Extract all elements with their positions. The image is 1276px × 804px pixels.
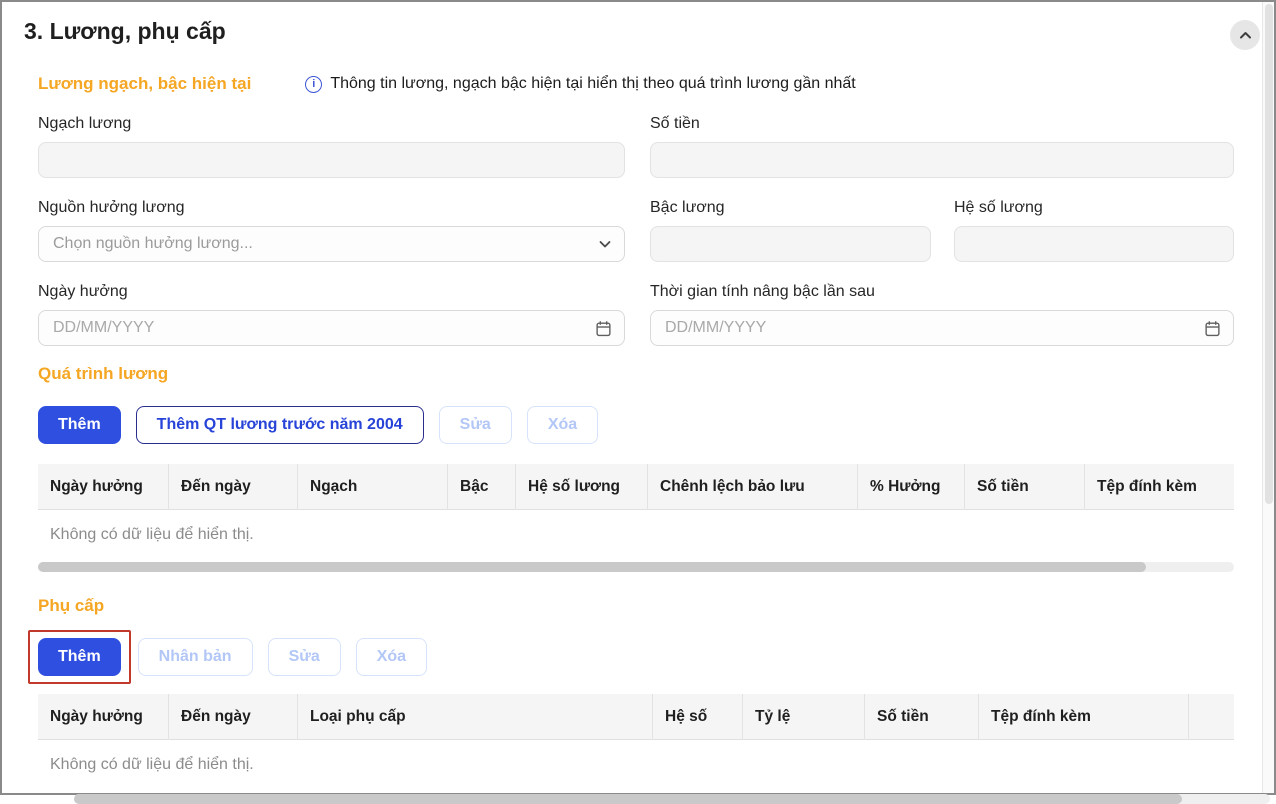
add-pre-2004-salary-button[interactable]: Thêm QT lương trước năm 2004 <box>136 406 424 444</box>
current-salary-info-text: Thông tin lương, ngạch bậc hiện tại hiển… <box>330 75 855 93</box>
edit-salary-history-button: Sửa <box>439 406 512 444</box>
calendar-icon[interactable] <box>595 320 612 337</box>
salary-allowance-panel: Lương ngạch, bậc hiện tại i Thông tin lư… <box>38 74 1234 786</box>
column-header: Hệ số <box>652 694 742 740</box>
ngay-huong-date-input[interactable] <box>38 310 625 346</box>
info-icon: i <box>305 76 322 93</box>
add-salary-history-button[interactable]: Thêm <box>38 406 121 444</box>
chevron-down-icon <box>598 237 612 251</box>
empty-state-text: Không có dữ liệu để hiển thị. <box>38 740 1234 786</box>
highlight-box: Thêm <box>28 630 131 684</box>
thoi-gian-nang-bac-input[interactable] <box>665 319 1204 337</box>
delete-salary-history-button: Xóa <box>527 406 598 444</box>
nguon-huong-luong-label: Nguồn hưởng lương <box>38 199 625 217</box>
column-header: Ngạch <box>297 464 447 510</box>
bac-luong-label: Bậc lương <box>650 199 931 217</box>
horizontal-scrollbar-thumb[interactable] <box>74 794 1182 804</box>
horizontal-scrollbar[interactable] <box>74 794 1270 804</box>
duplicate-allowance-button: Nhân bản <box>138 638 253 676</box>
page-title: 3. Lương, phụ cấp <box>24 18 226 45</box>
delete-allowance-button: Xóa <box>356 638 427 676</box>
thoi-gian-nang-bac-date-input[interactable] <box>650 310 1234 346</box>
vertical-scrollbar-thumb[interactable] <box>1265 4 1273 504</box>
vertical-scrollbar[interactable] <box>1262 2 1274 793</box>
allowances-table: Ngày hưởng Đến ngày Loại phụ cấp Hệ số T… <box>38 694 1234 786</box>
thoi-gian-nang-bac-label: Thời gian tính nâng bậc lần sau <box>650 283 1234 301</box>
horizontal-scrollbar[interactable] <box>38 562 1234 572</box>
salary-history-heading: Quá trình lương <box>38 364 1234 384</box>
ngach-luong-label: Ngạch lương <box>38 115 625 133</box>
empty-state-text: Không có dữ liệu để hiển thị. <box>38 510 1234 556</box>
salary-history-table-header: Ngày hưởng Đến ngày Ngạch Bậc Hệ số lươn… <box>38 464 1234 510</box>
salary-history-table: Ngày hưởng Đến ngày Ngạch Bậc Hệ số lươn… <box>38 464 1234 556</box>
column-header: Số tiền <box>964 464 1084 510</box>
ngay-huong-label: Ngày hưởng <box>38 283 625 301</box>
calendar-icon[interactable] <box>1204 320 1221 337</box>
edit-allowance-button: Sửa <box>268 638 341 676</box>
add-allowance-button[interactable]: Thêm <box>38 638 121 676</box>
column-header: Số tiền <box>864 694 978 740</box>
column-header: Đến ngày <box>168 694 297 740</box>
allowances-table-header: Ngày hưởng Đến ngày Loại phụ cấp Hệ số T… <box>38 694 1234 740</box>
column-header: Tỷ lệ <box>742 694 864 740</box>
column-header: Ngày hưởng <box>38 694 168 740</box>
column-header: Hệ số lương <box>515 464 647 510</box>
column-header: Loại phụ cấp <box>297 694 652 740</box>
column-header: Tệp đính kèm <box>978 694 1188 740</box>
chevron-up-icon <box>1238 28 1253 43</box>
so-tien-label: Số tiền <box>650 115 1234 133</box>
ngach-luong-input <box>38 142 625 178</box>
column-header: Đến ngày <box>168 464 297 510</box>
current-salary-heading: Lương ngạch, bậc hiện tại <box>38 74 251 94</box>
scroll-to-top-button[interactable] <box>1230 20 1260 50</box>
he-so-luong-label: Hệ số lương <box>954 199 1234 217</box>
nguon-huong-luong-select[interactable]: Chọn nguồn hưởng lương... <box>38 226 625 262</box>
horizontal-scrollbar-thumb[interactable] <box>38 562 1146 572</box>
column-header: Bậc <box>447 464 515 510</box>
he-so-luong-input <box>954 226 1234 262</box>
column-header: Chênh lệch bảo lưu <box>647 464 857 510</box>
column-header-empty <box>1188 694 1234 740</box>
column-header: % Hưởng <box>857 464 964 510</box>
column-header: Ngày hưởng <box>38 464 168 510</box>
so-tien-input <box>650 142 1234 178</box>
column-header: Tệp đính kèm <box>1084 464 1234 510</box>
bac-luong-input <box>650 226 931 262</box>
allowances-heading: Phụ cấp <box>38 596 1234 616</box>
select-placeholder: Chọn nguồn hưởng lương... <box>53 235 598 253</box>
ngay-huong-input[interactable] <box>53 319 595 337</box>
